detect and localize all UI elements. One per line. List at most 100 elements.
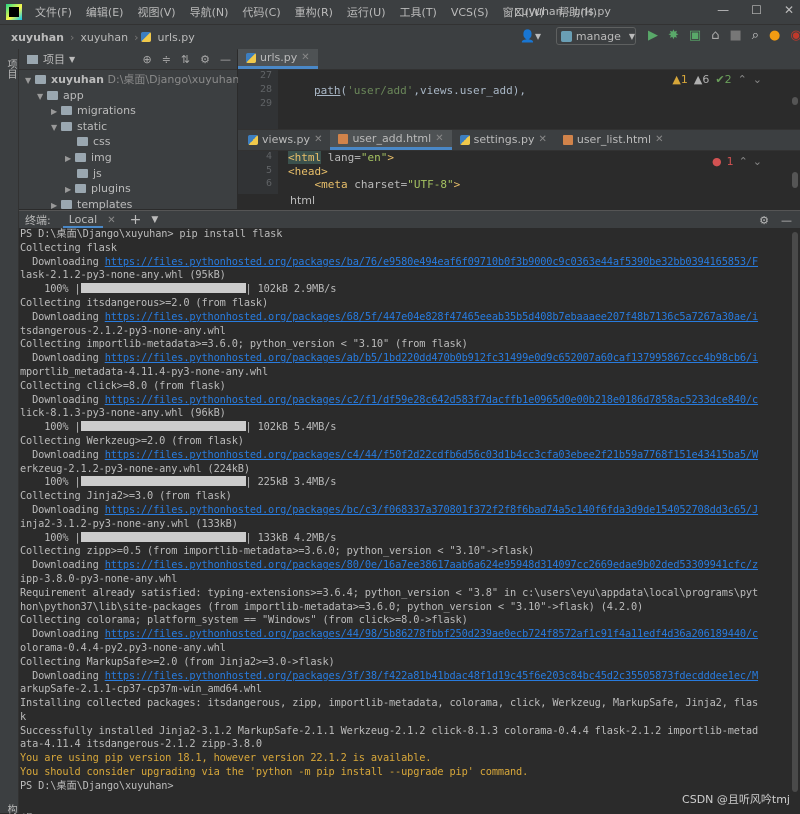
gear-icon[interactable]: ⚙ [200, 53, 210, 66]
minimize-button[interactable]: — [717, 3, 729, 17]
window-title: xuyuhan - urls.py [515, 5, 611, 18]
progress-stats: | 102kB 2.9MB/s [245, 283, 337, 296]
download-link[interactable]: https://files.pythonhosted.org/packages/… [105, 504, 758, 516]
menu-navigate[interactable]: 导航(N) [183, 4, 236, 20]
download-link[interactable]: https://files.pythonhosted.org/packages/… [105, 352, 758, 364]
close-icon[interactable]: ✕ [435, 130, 443, 147]
tree-item[interactable]: css [19, 134, 237, 150]
tree-item-label: css [93, 135, 111, 149]
code-token: "en" [360, 151, 388, 164]
terminal-title: 终端: [25, 214, 51, 227]
error-widget[interactable]: ● 1 ⌃ ⌄ [712, 155, 762, 168]
tab-views-py[interactable]: views.py ✕ [240, 130, 330, 150]
tree-item[interactable]: ▼ xuyuhan D:\桌面\Django\xuyuhan [19, 72, 239, 88]
expand-icon[interactable]: ⊕ [142, 53, 151, 66]
menu-vcs[interactable]: VCS(S) [444, 6, 496, 19]
breadcrumb-package[interactable]: xuyuhan [77, 31, 131, 44]
navigation-bar: xuyuhan › xuyuhan › urls.py 👤▾ manage ▼ … [0, 24, 800, 50]
editor-tab-bar: views.py ✕ user_add.html ✕ settings.py ✕… [238, 130, 800, 151]
download-link[interactable]: https://files.pythonhosted.org/packages/… [105, 449, 758, 461]
download-link[interactable]: https://files.pythonhosted.org/packages/… [105, 628, 758, 640]
code-block[interactable]: <html lang="en"> <head> <meta charset="U… [288, 151, 460, 192]
gear-icon[interactable]: ⚙ [759, 214, 769, 227]
download-link[interactable]: https://files.pythonhosted.org/packages/… [105, 311, 758, 323]
inspection-widget[interactable]: ▲1 ▲6 ✔2 ⌃ ⌄ [672, 73, 762, 86]
terminal-line: PS D:\桌面\Django\xuyuhan> pip install fla… [20, 228, 800, 242]
hide-icon[interactable]: — [220, 53, 231, 66]
terminal-line-text: Collecting MarkupSafe>=2.0 (from Jinja2>… [20, 655, 335, 668]
close-icon[interactable]: ✕ [301, 49, 309, 66]
terminal-tab-local[interactable]: Local [62, 213, 104, 228]
project-tool-tab[interactable]: 项目 [3, 59, 18, 79]
download-link[interactable]: https://files.pythonhosted.org/packages/… [105, 559, 758, 571]
terminal-line: Collecting MarkupSafe>=2.0 (from Jinja2>… [20, 656, 800, 670]
terminal-line-text: Installing collected packages: itsdanger… [20, 697, 759, 710]
download-link[interactable]: https://files.pythonhosted.org/packages/… [105, 394, 758, 406]
tree-item[interactable]: ▶ img [19, 150, 237, 166]
tab-user-list-html[interactable]: user_list.html ✕ [555, 130, 672, 150]
maximize-button[interactable]: ☐ [751, 3, 762, 17]
tree-item[interactable]: ▼ static [19, 119, 237, 135]
add-terminal-icon[interactable]: + [130, 212, 142, 228]
tab-settings-py[interactable]: settings.py ✕ [452, 130, 555, 150]
code-line[interactable]: path('user/add',views.user_add), [314, 84, 526, 97]
progress-stats: | 133kB 4.2MB/s [245, 531, 337, 544]
tab-urls-py[interactable]: urls.py ✕ [238, 49, 318, 69]
search-icon[interactable]: ⌕ [752, 28, 759, 43]
terminal-scrollbar[interactable] [792, 232, 798, 792]
run-config-select[interactable]: manage ▼ [556, 27, 636, 45]
terminal-line: 100% | | 102kB 5.4MB/s [20, 421, 800, 435]
run-icon[interactable]: ▶ [648, 28, 658, 43]
tab-user-add-html[interactable]: user_add.html ✕ [330, 130, 452, 150]
hide-icon[interactable]: — [781, 214, 792, 227]
chevron-down-icon[interactable]: ▼ [151, 215, 158, 225]
terminal-line: Collecting click>=8.0 (from flask) [20, 380, 800, 394]
download-link[interactable]: https://files.pythonhosted.org/packages/… [105, 670, 758, 682]
chevron-down-icon[interactable]: ▼ [69, 55, 75, 64]
close-icon[interactable]: ✕ [314, 130, 322, 150]
terminal-line-text: 100% | [20, 283, 81, 296]
close-icon[interactable]: ✕ [655, 130, 663, 150]
menu-file[interactable]: 文件(F) [28, 4, 79, 20]
collapse-icon[interactable]: ≑ [162, 53, 171, 66]
menu-tools[interactable]: 工具(T) [393, 4, 444, 20]
editor-scrollbar[interactable] [792, 172, 798, 188]
tree-item[interactable]: ▶ migrations [19, 103, 237, 119]
user-icon[interactable]: 👤▾ [520, 29, 541, 43]
terminal-line-text: tsdangerous-2.1.2-py3-none-any.whl [20, 324, 226, 337]
tree-item[interactable]: js [19, 166, 237, 182]
terminal-line-text: PS D:\桌面\Django\xuyuhan> [20, 779, 174, 792]
structure-breadcrumb[interactable]: html [290, 194, 315, 207]
coverage-icon[interactable]: ▣ [689, 28, 701, 43]
stop-icon[interactable]: ■ [729, 28, 741, 43]
breadcrumb-project[interactable]: xuyuhan [8, 31, 67, 44]
menu-edit[interactable]: 编辑(E) [79, 4, 131, 20]
close-icon[interactable]: ✕ [107, 215, 115, 226]
terminal-line: Collecting Jinja2>=3.0 (from flask) [20, 490, 800, 504]
terminal-line-text: hon\python37\lib\site-packages (from imp… [20, 600, 644, 613]
sort-icon[interactable]: ⇅ [181, 53, 190, 66]
tree-item[interactable]: ▼ app [19, 88, 237, 104]
line-number: 5 [265, 164, 272, 176]
code-token: charset= [347, 178, 408, 191]
editor-scrollbar[interactable] [792, 97, 798, 105]
terminal-line: Collecting importlib-metadata>=3.6.0; py… [20, 338, 800, 352]
close-icon[interactable]: ✕ [538, 130, 546, 150]
avatar-icon[interactable]: ◉ [790, 28, 800, 43]
terminal-line: Downloading https://files.pythonhosted.o… [20, 628, 800, 642]
debug-icon[interactable]: ✸ [668, 28, 679, 43]
tree-item[interactable]: ▶ plugins [19, 181, 237, 197]
terminal-line: ipp-3.8.0-py3-none-any.whl [20, 573, 800, 587]
close-window-button[interactable]: ✕ [784, 3, 794, 17]
editor-html: views.py ✕ user_add.html ✕ settings.py ✕… [238, 129, 800, 211]
menu-refactor[interactable]: 重构(R) [288, 4, 340, 20]
breadcrumb-file[interactable]: urls.py [154, 31, 197, 44]
menu-code[interactable]: 代码(C) [235, 4, 287, 20]
build-icon[interactable]: ⌂ [711, 28, 719, 43]
menu-run[interactable]: 运行(U) [340, 4, 393, 20]
terminal-output[interactable]: PS D:\桌面\Django\xuyuhan> pip install fla… [19, 228, 800, 813]
project-panel-title[interactable]: 项目 [43, 51, 65, 67]
download-link[interactable]: https://files.pythonhosted.org/packages/… [105, 256, 758, 268]
update-icon[interactable]: ● [769, 28, 780, 43]
menu-view[interactable]: 视图(V) [130, 4, 182, 20]
